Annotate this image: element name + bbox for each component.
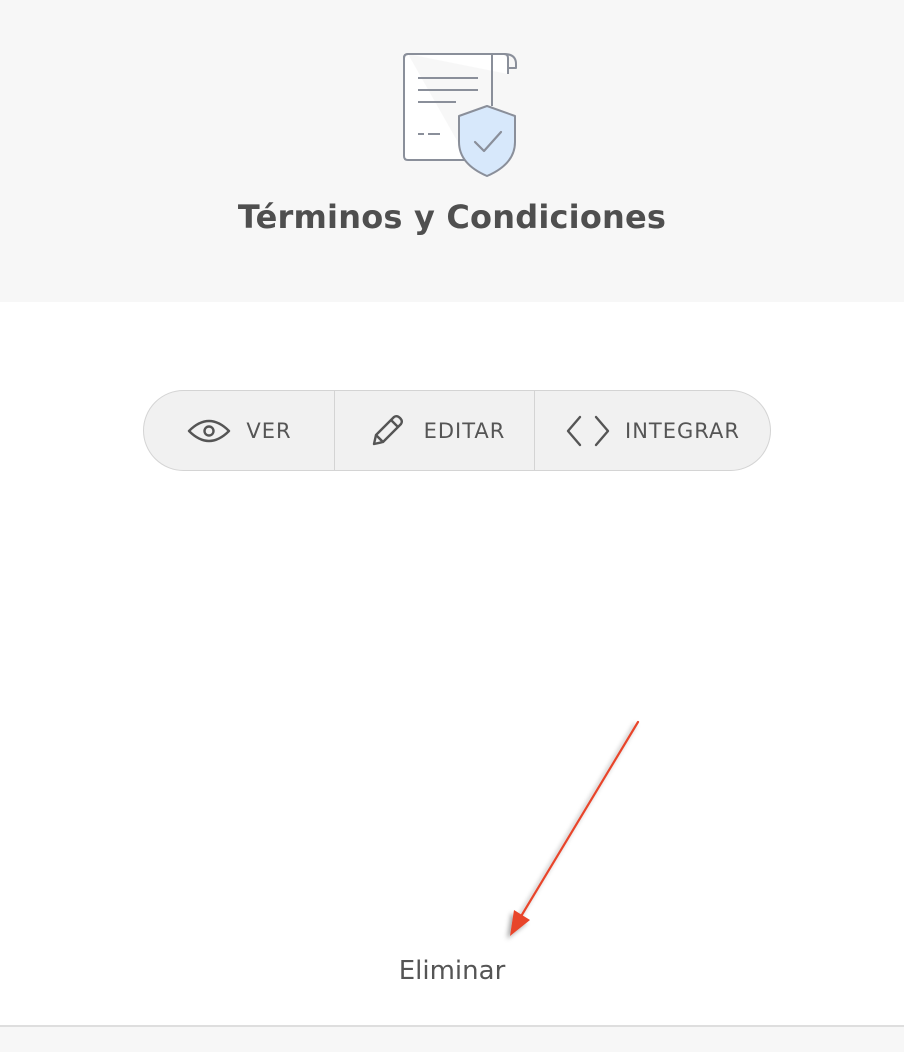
delete-link[interactable]: Eliminar (0, 956, 904, 986)
page-title: Términos y Condiciones (237, 198, 667, 236)
edit-button[interactable]: EDITAR (334, 391, 534, 470)
pencil-icon (364, 411, 410, 451)
document-shield-icon (403, 53, 517, 177)
code-icon (565, 411, 611, 451)
eye-icon (186, 411, 232, 451)
page: Términos y Condiciones VER EDITAR INTEGR… (0, 0, 904, 1052)
embed-button[interactable]: INTEGRAR (534, 391, 770, 470)
document-header: Términos y Condiciones (0, 0, 904, 302)
embed-button-label: INTEGRAR (625, 418, 740, 443)
edit-button-label: EDITAR (423, 418, 506, 443)
view-button[interactable]: VER (144, 391, 334, 470)
action-button-group: VER EDITAR INTEGRAR (143, 390, 771, 471)
footer-bar (0, 1027, 904, 1052)
view-button-label: VER (246, 418, 292, 443)
